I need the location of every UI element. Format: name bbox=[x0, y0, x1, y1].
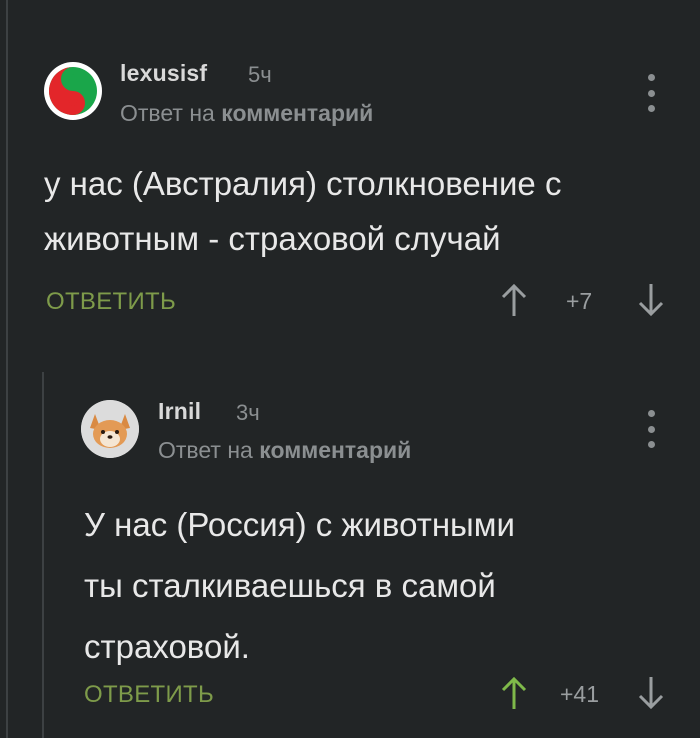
comment-text-line: страховой. bbox=[84, 628, 250, 665]
comment-irnil: Irnil 3ч Ответ на комментарий У нас (Рос… bbox=[0, 370, 700, 738]
rating-value: +41 bbox=[560, 681, 600, 707]
reply-button[interactable]: ОТВЕТИТЬ bbox=[46, 288, 176, 316]
more-vertical-icon[interactable] bbox=[646, 74, 656, 112]
reply-prefix: Ответ на bbox=[158, 437, 253, 463]
rating-value: +7 bbox=[566, 288, 593, 314]
reply-target-link[interactable]: комментарий bbox=[221, 100, 373, 126]
username[interactable]: lexusisf bbox=[120, 60, 207, 87]
arrow-down-icon[interactable] bbox=[636, 282, 666, 318]
comment-text: У нас (Россия) с животными ты сталкиваеш… bbox=[84, 494, 515, 677]
comment-text: у нас (Австралия) столкновение с животны… bbox=[44, 156, 561, 266]
reply-button[interactable]: ОТВЕТИТЬ bbox=[84, 681, 214, 709]
reply-context: Ответ на комментарий bbox=[120, 100, 373, 127]
comment-lexusisf: lexusisf 5ч Ответ на комментарий у нас (… bbox=[0, 0, 700, 340]
arrow-up-icon[interactable] bbox=[499, 282, 529, 318]
comment-text-line: ты сталкиваешься в самой bbox=[84, 567, 496, 604]
comment-text-line: у нас (Австралия) столкновение с bbox=[44, 165, 562, 202]
timestamp: 3ч bbox=[236, 400, 260, 425]
avatar[interactable] bbox=[81, 400, 139, 458]
avatar-shiba-image bbox=[81, 400, 139, 458]
arrow-down-icon[interactable] bbox=[636, 675, 666, 711]
avatar[interactable] bbox=[44, 62, 102, 120]
arrow-up-icon[interactable] bbox=[499, 675, 529, 711]
avatar-yin-yang-image bbox=[46, 64, 100, 118]
comment-text-line: животным - страховой случай bbox=[44, 220, 501, 257]
comment-text-line: У нас (Россия) с животными bbox=[84, 506, 515, 543]
timestamp: 5ч bbox=[248, 62, 272, 87]
reply-prefix: Ответ на bbox=[120, 100, 215, 126]
reply-context: Ответ на комментарий bbox=[158, 437, 411, 464]
username[interactable]: Irnil bbox=[158, 398, 201, 425]
reply-target-link[interactable]: комментарий bbox=[259, 437, 411, 463]
more-vertical-icon[interactable] bbox=[646, 410, 656, 448]
